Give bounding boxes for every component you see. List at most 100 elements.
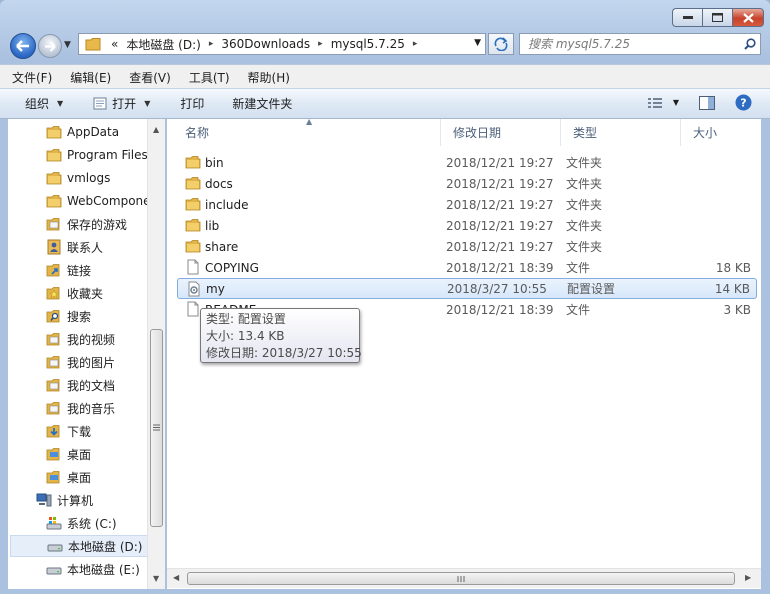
file-type: 文件夹 [566,240,603,254]
back-button[interactable] [10,33,36,59]
file-row[interactable]: bin 2018/12/21 19:27 文件夹 [177,152,757,173]
file-type: 文件夹 [566,156,603,170]
print-button[interactable]: 打印 [160,95,214,112]
column-header-name[interactable]: 名称 ▲ [173,117,441,146]
command-bar: 组织 ▼ 打开 ▼ 打印 新建文件夹 ▼ ? [0,88,770,119]
computer-icon [36,492,52,508]
nav-item[interactable]: 本地磁盘 (E:) [46,558,140,580]
menu-tools[interactable]: 工具(T) [177,69,236,86]
nav-scrollbar[interactable]: ▲ ▼ [147,119,165,589]
saved-games-icon [46,216,62,232]
nav-item[interactable]: 我的图片 [46,351,115,373]
system-drive-icon [46,515,62,531]
folder-icon [185,175,201,191]
address-dropdown-icon[interactable]: ▼ [474,38,481,48]
column-header-type[interactable]: 类型 [561,119,681,146]
drive-icon [46,561,62,577]
column-name-label: 名称 [185,126,210,140]
horizontal-scrollbar[interactable]: ◀ ▶ [167,568,761,588]
nav-item[interactable]: 收藏夹 [46,282,103,304]
maximize-icon [712,13,723,22]
scrollbar-thumb[interactable] [150,329,163,527]
maximize-button[interactable] [702,8,732,27]
nav-item[interactable]: 我的音乐 [46,397,115,419]
desktop-icon [46,446,62,462]
file-row[interactable]: share 2018/12/21 19:27 文件夹 [177,236,757,257]
search-icon[interactable] [740,38,760,50]
recent-pages-dropdown[interactable]: ▼ [64,40,71,50]
scroll-right-icon[interactable]: ▶ [745,573,751,582]
nav-item[interactable]: 下载 [46,420,91,442]
nav-item[interactable]: 计算机 [36,489,93,511]
file-row[interactable]: my 2018/3/27 10:55 配置设置 14 KB [177,278,757,299]
address-bar[interactable]: « 本地磁盘 (D:) ▸ 360Downloads ▸ mysql5.7.25… [78,33,486,55]
help-button[interactable]: ? [735,94,752,111]
minimize-icon [682,15,693,19]
minimize-button[interactable] [672,8,702,27]
nav-item[interactable]: 链接 [46,259,91,281]
nav-item[interactable]: 桌面 [46,466,91,488]
scrollbar-thumb[interactable] [187,572,735,585]
music-icon [46,400,62,416]
search-input[interactable] [520,36,740,52]
file-row[interactable]: include 2018/12/21 19:27 文件夹 [177,194,757,215]
open-button[interactable]: 打开 ▼ [73,95,160,112]
nav-item[interactable]: 保存的游戏 [46,213,127,235]
menu-file[interactable]: 文件(F) [0,69,58,86]
preview-pane-button[interactable] [699,95,715,110]
navigation-pane: AppData Program Files vmlogs WebComponents 保… [8,119,165,589]
nav-item[interactable]: 联系人 [46,236,103,258]
preview-pane-icon [699,95,715,110]
nav-item[interactable]: 我的视频 [46,328,115,350]
menu-edit[interactable]: 编辑(E) [58,69,117,86]
refresh-button[interactable] [488,33,514,55]
search-box[interactable] [519,33,761,55]
breadcrumb-separator-icon[interactable]: ▸ [409,39,422,49]
menu-view[interactable]: 查看(V) [117,69,177,86]
nav-item-label: 我的音乐 [67,401,116,416]
nav-item-label: 桌面 [67,447,92,462]
nav-item[interactable]: 我的文档 [46,374,115,396]
close-button[interactable] [732,8,764,27]
file-name: include [205,197,249,212]
open-icon [93,97,107,109]
nav-item[interactable]: 系统 (C:) [46,512,117,534]
breadcrumb-separator-icon[interactable]: ▸ [205,39,218,49]
nav-item-label: 桌面 [67,470,92,485]
nav-item[interactable]: 搜索 [46,305,91,327]
file-date: 2018/12/21 19:27 [446,218,554,233]
organize-button[interactable]: 组织 ▼ [0,95,73,112]
nav-item[interactable]: Program Files [46,144,148,166]
breadcrumb-item[interactable]: mysql5.7.25 [327,37,409,51]
breadcrumb-item[interactable]: 本地磁盘 (D:) [122,36,204,53]
file-row[interactable]: COPYING 2018/12/21 18:39 文件 18 KB [177,257,757,278]
nav-item[interactable]: 桌面 [46,443,91,465]
file-name: docs [205,176,233,191]
nav-item[interactable]: 本地磁盘 (D:) [10,535,148,557]
file-type: 文件夹 [566,219,603,233]
breadcrumb-item[interactable]: 360Downloads [217,37,314,51]
new-folder-button[interactable]: 新建文件夹 [214,95,302,112]
file-name: COPYING [205,260,259,275]
forward-button[interactable] [38,34,62,58]
file-type: 文件夹 [566,198,603,212]
column-header-size[interactable]: 大小 [681,119,761,146]
breadcrumb-separator-icon[interactable]: ▸ [314,39,327,49]
nav-item[interactable]: AppData [46,121,119,143]
change-view-button[interactable]: ▼ [647,97,679,109]
scroll-up-icon[interactable]: ▲ [153,125,159,134]
file-row[interactable]: docs 2018/12/21 19:27 文件夹 [177,173,757,194]
nav-item[interactable]: vmlogs [46,167,110,189]
organize-label: 组织 [25,97,50,111]
menu-help[interactable]: 帮助(H) [236,69,296,86]
nav-item-label: AppData [67,125,120,139]
breadcrumb-overflow[interactable]: « [107,37,122,51]
scroll-down-icon[interactable]: ▼ [153,574,159,583]
new-folder-label: 新建文件夹 [232,97,293,111]
file-date: 2018/12/21 19:27 [446,239,554,254]
scroll-left-icon[interactable]: ◀ [173,573,179,582]
file-type: 文件 [566,303,591,317]
column-header-date[interactable]: 修改日期 [441,119,561,146]
file-row[interactable]: lib 2018/12/21 19:27 文件夹 [177,215,757,236]
folder-icon [185,154,201,170]
